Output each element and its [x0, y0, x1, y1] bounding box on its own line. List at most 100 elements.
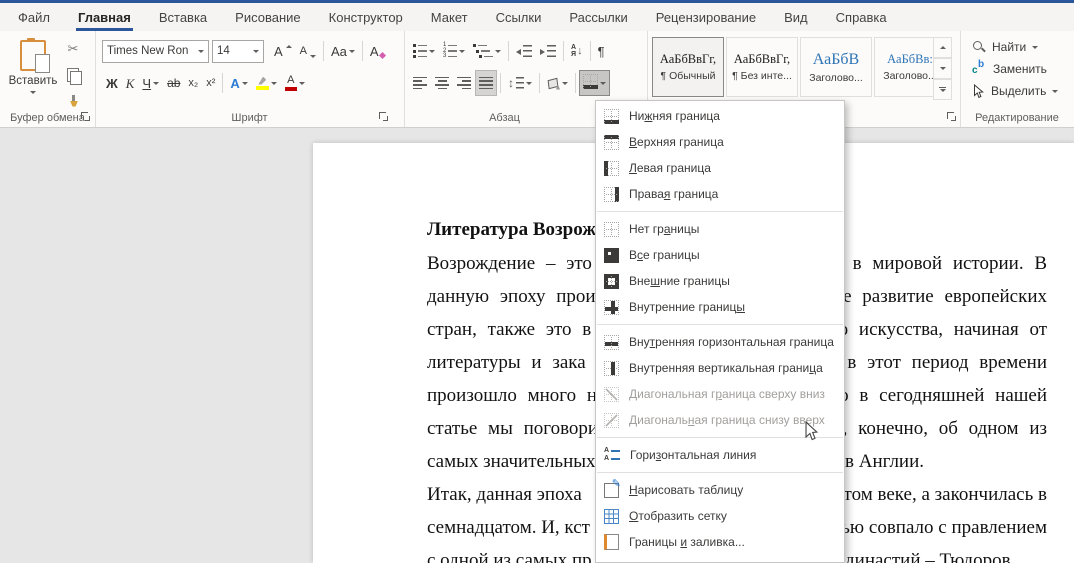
superscript-button[interactable]: x² [202, 70, 219, 96]
style-preview: АаБбВвГг, [659, 52, 717, 66]
styles-scroll-up-button[interactable] [933, 37, 952, 58]
divider [575, 73, 576, 93]
align-center-button[interactable] [431, 70, 453, 96]
style-card-2[interactable]: АаБбВвГг, ¶ Без инте... [726, 37, 798, 97]
grow-font-button[interactable]: А [270, 38, 296, 64]
underline-icon: Ч [142, 75, 152, 91]
bullets-button[interactable] [409, 38, 439, 64]
styles-dialog-launcher-icon[interactable] [947, 112, 957, 122]
font-name-value: Times New Ron [107, 45, 189, 57]
menu-item-view-gridlines[interactable]: Отобразить сетку [596, 503, 844, 529]
document-line-right: о искусства, начиная от [838, 319, 1047, 340]
document-line-left: Итак, данная эпоха [427, 484, 582, 505]
bold-button[interactable]: Ж [102, 70, 122, 96]
align-right-button[interactable] [453, 70, 475, 96]
styles-more-button[interactable] [933, 79, 952, 100]
replace-button[interactable]: Заменить [960, 58, 1058, 80]
styles-scroll-down-button[interactable] [933, 58, 952, 79]
tab-Файл[interactable]: Файл [4, 3, 64, 31]
align-left-button[interactable] [409, 70, 431, 96]
menu-item-border-right[interactable]: Правая граница [596, 181, 844, 207]
font-size-combobox[interactable]: 14 [212, 39, 264, 63]
justify-button[interactable] [475, 70, 497, 96]
tab-Рисование[interactable]: Рисование [221, 3, 314, 31]
menu-item-border-inside[interactable]: Внутренние границы [596, 294, 844, 320]
border-bottom-icon [583, 74, 598, 89]
font-color-button[interactable]: А [281, 70, 309, 96]
tab-Вид[interactable]: Вид [770, 3, 822, 31]
menu-item-horizontal-line[interactable]: A A Горизонтальная линия [596, 442, 844, 468]
tab-Вставка[interactable]: Вставка [145, 3, 221, 31]
subscript-button[interactable]: x₂ [184, 70, 202, 96]
menu-item-border-left[interactable]: Левая граница [596, 155, 844, 181]
paste-button[interactable]: Вставить [8, 36, 58, 122]
menu-separator [597, 211, 843, 212]
find-label: Найти [992, 40, 1027, 54]
font-dialog-launcher-icon[interactable] [379, 112, 389, 122]
text-highlight-button[interactable] [252, 70, 281, 96]
tab-Главная[interactable]: Главная [64, 3, 145, 31]
italic-button[interactable]: К [122, 70, 139, 96]
italic-icon: К [125, 75, 135, 91]
shading-button[interactable] [543, 70, 572, 96]
borders-menu: Нижняя граница Верхняя граница Левая грани… [595, 100, 845, 563]
clear-formatting-button[interactable]: А [366, 38, 386, 64]
tab-Ссылки[interactable]: Ссылки [482, 3, 556, 31]
find-button[interactable]: Найти [960, 36, 1058, 58]
format-painter-icon [67, 94, 79, 108]
menu-item-border-all[interactable]: Все границы [596, 242, 844, 268]
format-painter-button[interactable] [62, 91, 84, 111]
select-label: Выделить [991, 84, 1047, 98]
menu-item-borders-and-shading[interactable]: Границы и заливка... [596, 529, 844, 555]
menu-item-border-outside[interactable]: Внешние границы [596, 268, 844, 294]
line-spacing-button[interactable]: ↕ [504, 70, 536, 96]
tab-Рецензирование[interactable]: Рецензирование [642, 3, 770, 31]
paint-bucket-icon [547, 77, 560, 90]
change-case-button[interactable]: Aa [327, 38, 359, 64]
tab-Справка[interactable]: Справка [822, 3, 901, 31]
borders-button[interactable] [579, 70, 610, 96]
menu-item-border-bottom[interactable]: Нижняя граница [596, 103, 844, 129]
chevron-down-icon [526, 81, 532, 85]
group-clipboard: Вставить ✂ Буфер обмена [0, 31, 96, 127]
menu-item-draw-table[interactable]: ✎ Нарисовать таблицу [596, 477, 844, 503]
tab-Макет[interactable]: Макет [417, 3, 482, 31]
border-inside-h-icon [604, 334, 619, 350]
numbering-button[interactable]: 123 [439, 38, 469, 64]
multilevel-list-button[interactable] [469, 38, 505, 64]
menu-item-border-none[interactable]: Нет границы [596, 216, 844, 242]
document-line-right: тью совпало с правлением [832, 517, 1047, 538]
show-marks-button[interactable]: ¶ [594, 38, 609, 64]
chevron-down-icon [253, 49, 259, 53]
group-label-font: Шрифт [231, 112, 268, 124]
menu-item-border-inside-h[interactable]: Внутренняя горизонтальная граница [596, 329, 844, 355]
chevron-down-icon [562, 81, 568, 85]
copy-button[interactable] [62, 65, 84, 85]
shrink-font-button[interactable]: А [296, 38, 320, 64]
increase-indent-button[interactable] [536, 38, 560, 64]
strikethrough-button[interactable]: ab [163, 70, 184, 96]
menu-item-label: Нет границы [629, 222, 700, 236]
menu-item-label: Горизонтальная линия [630, 448, 757, 462]
style-preview: АаБбВ [812, 50, 860, 68]
tab-Рассылки[interactable]: Рассылки [555, 3, 641, 31]
font-name-combobox[interactable]: Times New Ron [102, 39, 209, 63]
cut-button[interactable]: ✂ [62, 39, 84, 59]
menu-item-border-top[interactable]: Верхняя граница [596, 129, 844, 155]
grow-font-icon: А [274, 43, 283, 59]
sort-button[interactable]: А Я ↓ [567, 38, 587, 64]
menu-item-label: Нижняя граница [629, 109, 720, 123]
select-button[interactable]: Выделить [960, 80, 1059, 102]
divider [361, 41, 363, 61]
style-name: ¶ Обычный [660, 70, 716, 82]
text-effects-button[interactable]: А [226, 70, 251, 96]
underline-button[interactable]: Ч [138, 70, 163, 96]
clear-formatting-icon: А [370, 45, 386, 59]
decrease-indent-button[interactable] [512, 38, 536, 64]
tab-Конструктор[interactable]: Конструктор [315, 3, 417, 31]
clipboard-dialog-launcher-icon[interactable] [81, 112, 91, 122]
divider [563, 41, 564, 61]
menu-item-border-inside-v[interactable]: Внутренняя вертикальная граница [596, 355, 844, 381]
style-card-1[interactable]: АаБбВвГг, ¶ Обычный [652, 37, 724, 97]
style-card-3[interactable]: АаБбВ Заголово... [800, 37, 872, 97]
